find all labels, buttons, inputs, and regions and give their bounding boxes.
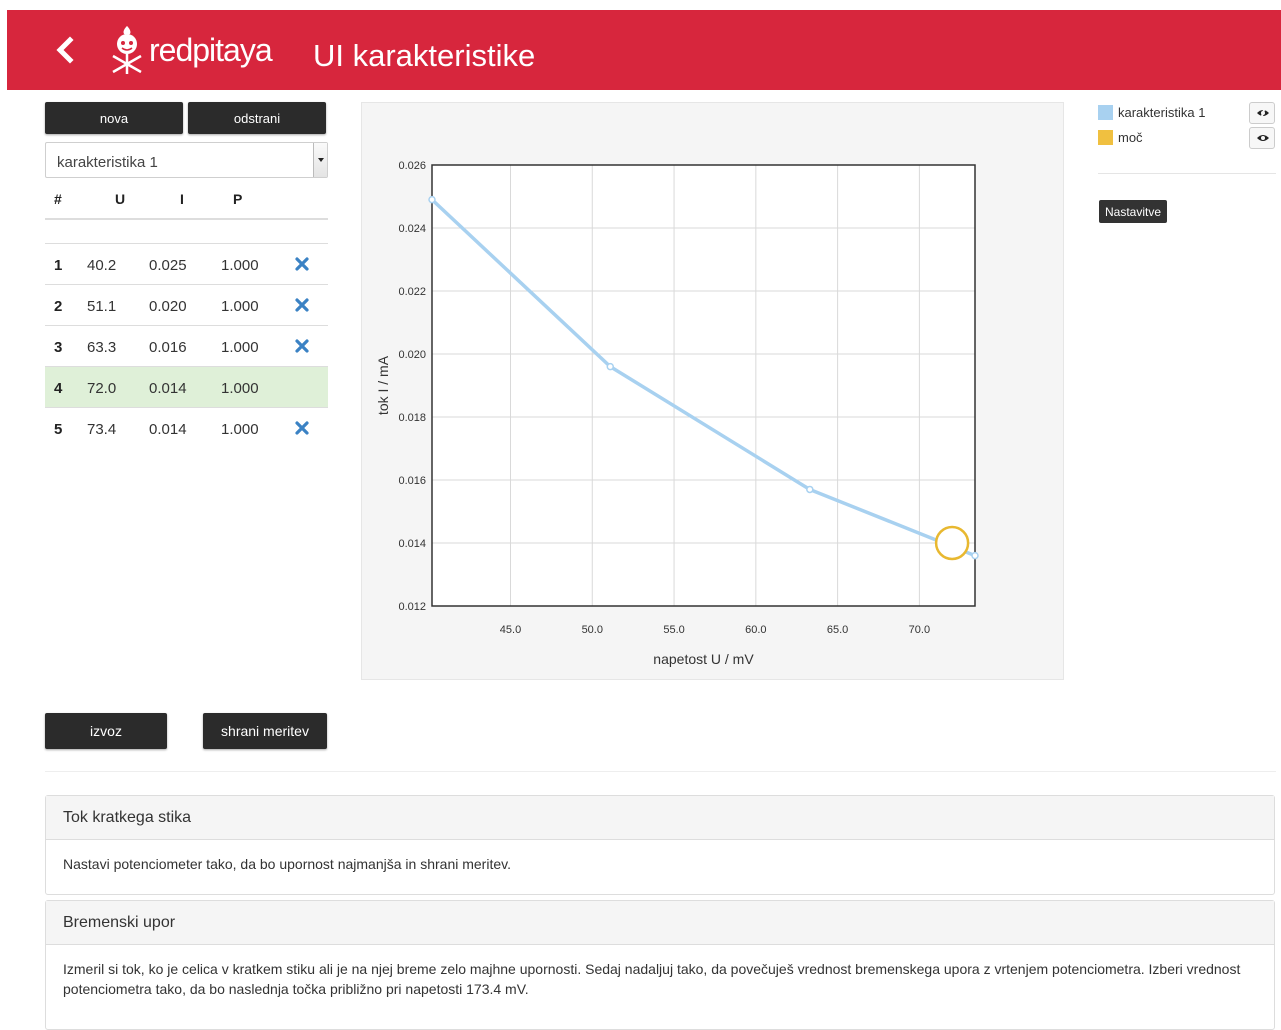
row-voltage: 72.0 <box>87 380 117 397</box>
plot-area <box>432 165 975 606</box>
row-voltage: 73.4 <box>87 421 117 438</box>
eye-icon <box>1257 135 1269 141</box>
row-current: 0.014 <box>149 380 187 397</box>
row-current: 0.020 <box>149 298 187 315</box>
row-voltage: 40.2 <box>87 257 117 274</box>
y-axis-label: tok I / mA <box>375 355 391 415</box>
legend-swatch <box>1098 130 1113 145</box>
header-power: P <box>233 191 243 207</box>
export-button[interactable]: izvoz <box>45 713 167 749</box>
y-tick-label: 0.024 <box>398 223 426 235</box>
y-tick-label: 0.012 <box>398 601 426 613</box>
divider <box>45 771 1276 772</box>
data-point[interactable] <box>806 485 814 494</box>
chart-panel: 45.0 50.0 55.0 60.0 65.0 70.0 0.012 0.014 0.016 0… <box>361 102 1064 680</box>
panel-body: Nastavi potenciometer tako, da bo uporno… <box>63 856 511 872</box>
y-tick-label: 0.020 <box>398 349 426 361</box>
redpitaya-logo-icon <box>112 26 142 74</box>
data-point[interactable] <box>606 362 615 371</box>
chevron-down-icon[interactable] <box>313 143 327 177</box>
legend-item-power[interactable]: moč <box>1098 127 1278 149</box>
table-row[interactable]: 5 73.4 0.014 1.000 <box>45 407 328 448</box>
app-header: redpitaya UI karakteristike <box>7 10 1281 90</box>
table-row[interactable]: 1 40.2 0.025 1.000 <box>45 243 328 284</box>
table-row[interactable]: 2 51.1 0.020 1.000 <box>45 284 328 325</box>
legend-item-characteristic[interactable]: karakteristika 1 <box>1098 102 1278 124</box>
x-tick-label: 45.0 <box>500 624 521 636</box>
row-index: 4 <box>54 380 63 397</box>
row-power: 1.000 <box>221 298 259 315</box>
selected-point-marker[interactable] <box>934 525 970 561</box>
legend-label: moč <box>1118 130 1143 145</box>
toggle-visibility-button[interactable] <box>1249 127 1275 149</box>
logo-text: redpitaya <box>149 32 273 68</box>
delete-icon[interactable] <box>295 257 309 271</box>
data-point[interactable] <box>971 551 979 560</box>
x-tick-label: 65.0 <box>827 624 848 636</box>
y-tick-label: 0.014 <box>398 538 426 550</box>
chevron-left-icon <box>56 36 74 64</box>
toggle-visibility-button[interactable] <box>1249 102 1275 124</box>
characteristic-select[interactable]: karakteristika 1 <box>45 142 328 178</box>
y-tick-label: 0.022 <box>398 286 426 298</box>
y-tick-label: 0.026 <box>398 160 426 172</box>
legend-divider <box>1098 173 1276 174</box>
delete-icon[interactable] <box>295 298 309 312</box>
logo[interactable]: redpitaya <box>107 24 297 76</box>
row-index: 2 <box>54 298 63 315</box>
header-voltage: U <box>115 191 126 207</box>
panel-title: Tok kratkega stika <box>46 796 1274 840</box>
row-index: 5 <box>54 421 63 438</box>
row-current: 0.025 <box>149 257 187 274</box>
legend-label: karakteristika 1 <box>1118 105 1206 120</box>
panel-title: Bremenski upor <box>46 901 1274 945</box>
back-button[interactable] <box>53 36 79 64</box>
header-index: # <box>54 191 62 207</box>
settings-button[interactable]: Nastavitve <box>1099 200 1168 223</box>
row-voltage: 63.3 <box>87 339 117 356</box>
save-measurement-button[interactable]: shrani meritev <box>203 713 327 749</box>
instruction-panel-load-resistor: Bremenski upor Izmeril si tok, ko je cel… <box>45 900 1275 1030</box>
x-tick-label: 50.0 <box>582 624 603 636</box>
page-title: UI karakteristike <box>313 38 536 73</box>
row-current: 0.014 <box>149 421 187 438</box>
row-index: 3 <box>54 339 63 356</box>
eye-slash-icon <box>1257 107 1269 119</box>
delete-icon[interactable] <box>295 339 309 353</box>
header-current: I <box>180 191 184 207</box>
x-tick-label: 70.0 <box>909 624 930 636</box>
y-tick-label: 0.018 <box>398 412 426 424</box>
data-point[interactable] <box>428 195 436 204</box>
x-tick-label: 55.0 <box>663 624 684 636</box>
table-row[interactable]: 4 72.0 0.014 1.000 <box>45 366 328 407</box>
row-voltage: 51.1 <box>87 298 117 315</box>
x-axis-label: napetost U / mV <box>653 651 754 667</box>
x-tick-label: 60.0 <box>745 624 766 636</box>
row-power: 1.000 <box>221 257 259 274</box>
table-row[interactable]: 3 63.3 0.016 1.000 <box>45 325 328 366</box>
new-characteristic-button[interactable]: nova <box>45 102 183 134</box>
table-header: # U I P <box>45 180 328 220</box>
legend-swatch <box>1098 105 1113 120</box>
panel-body: Izmeril si tok, ko je celica v kratkem s… <box>63 961 1241 997</box>
row-power: 1.000 <box>221 421 259 438</box>
characteristic-select-value: karakteristika 1 <box>57 154 158 171</box>
row-power: 1.000 <box>221 339 259 356</box>
instruction-panel-short-circuit: Tok kratkega stika Nastavi potenciometer… <box>45 795 1275 895</box>
row-power: 1.000 <box>221 380 259 397</box>
remove-characteristic-button[interactable]: odstrani <box>188 102 326 134</box>
row-index: 1 <box>54 257 63 274</box>
iv-chart[interactable]: 45.0 50.0 55.0 60.0 65.0 70.0 0.012 0.014 0.016 0… <box>362 103 1065 681</box>
y-tick-label: 0.016 <box>398 475 426 487</box>
delete-icon[interactable] <box>295 421 309 435</box>
row-current: 0.016 <box>149 339 187 356</box>
